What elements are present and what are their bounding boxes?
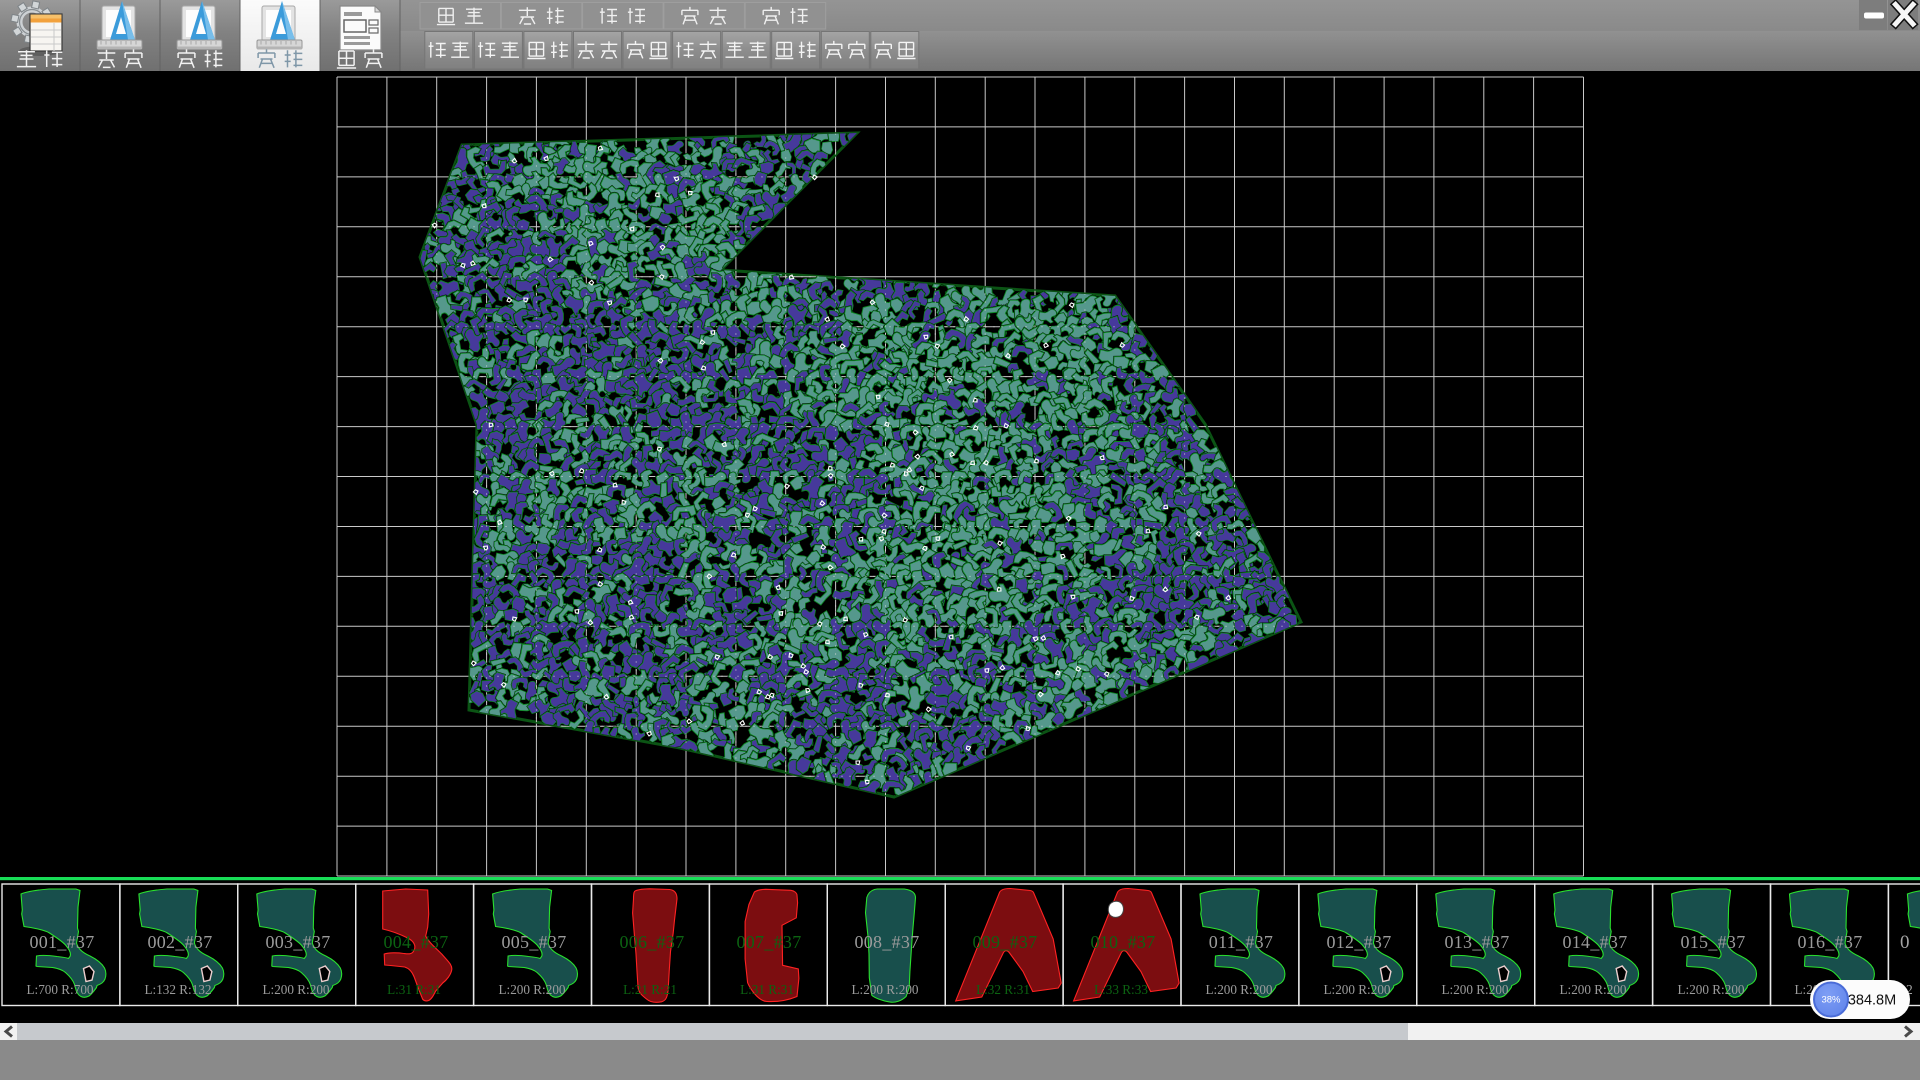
svg-text:L:33 R:33: L:33 R:33 — [1094, 982, 1148, 997]
svg-text:006_#37: 006_#37 — [619, 932, 684, 952]
svg-text:L:200 R:200: L:200 R:200 — [1323, 982, 1390, 997]
svg-text:L:200 R:200: L:200 R:200 — [1677, 982, 1744, 997]
svg-text:L:200 R:200: L:200 R:200 — [1205, 982, 1272, 997]
svg-text:0: 0 — [1900, 932, 1910, 953]
svg-text:012_#37: 012_#37 — [1326, 932, 1391, 952]
svg-text:L:700 R:700: L:700 R:700 — [26, 982, 93, 997]
svg-text:013_#37: 013_#37 — [1444, 932, 1509, 952]
svg-text:001_#37: 001_#37 — [29, 932, 94, 952]
svg-text:014_#37: 014_#37 — [1562, 932, 1627, 952]
svg-text:L:200 R:200: L:200 R:200 — [851, 982, 918, 997]
svg-text:L:200 R:200: L:200 R:200 — [498, 982, 565, 997]
svg-text:015_#37: 015_#37 — [1680, 932, 1745, 952]
svg-text:005_#37: 005_#37 — [501, 932, 566, 952]
svg-text:003_#37: 003_#37 — [265, 932, 330, 952]
svg-text:L:32 R:31: L:32 R:31 — [976, 982, 1030, 997]
svg-text:384.8M: 384.8M — [1848, 993, 1896, 1009]
svg-text:016_#37: 016_#37 — [1797, 932, 1862, 952]
svg-text:007_#37: 007_#37 — [736, 932, 801, 952]
svg-text:008_#37: 008_#37 — [854, 932, 919, 952]
svg-text:L:200 R:200: L:200 R:200 — [1559, 982, 1626, 997]
svg-text:004_#37: 004_#37 — [383, 932, 448, 952]
svg-text:011_#37: 011_#37 — [1209, 932, 1273, 952]
svg-text:L:200 R:200: L:200 R:200 — [1441, 982, 1508, 997]
svg-text:L:31 R:31: L:31 R:31 — [387, 982, 441, 997]
svg-text:002_#37: 002_#37 — [147, 932, 212, 952]
svg-text:L:21 R:21: L:21 R:21 — [623, 982, 677, 997]
svg-text:L:200 R:200: L:200 R:200 — [262, 982, 329, 997]
svg-text:38%: 38% — [1821, 995, 1841, 1006]
svg-text:009_#37: 009_#37 — [972, 932, 1037, 952]
svg-text:L:132 R:132: L:132 R:132 — [144, 982, 211, 997]
svg-text:L:31 R:31: L:31 R:31 — [740, 982, 794, 997]
svg-text:010_#37: 010_#37 — [1090, 932, 1155, 952]
